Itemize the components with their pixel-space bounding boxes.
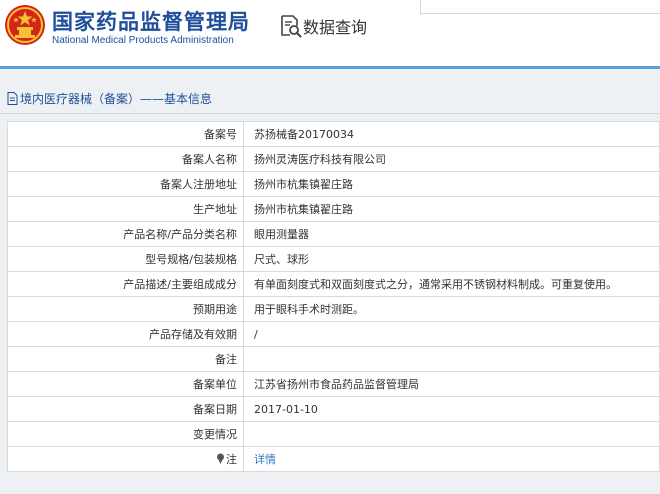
row-value: 扬州市杭集镇翟庄路 [243,196,660,222]
row-value: 尺式、球形 [243,246,660,272]
row-value: 苏扬械备20170034 [243,121,660,147]
table-row: 备案人注册地址 扬州市杭集镇翟庄路 [7,171,660,197]
row-label: 产品存储及有效期 [7,321,244,347]
table-row: 生产地址 扬州市杭集镇翟庄路 [7,196,660,222]
table-row: 备案日期 2017-01-10 [7,396,660,422]
row-value: 详情 [243,446,660,472]
breadcrumb-text: 境内医疗器械（备案）——基本信息 [20,91,213,106]
row-label: 产品描述/主要组成成分 [7,271,244,297]
row-label: 生产地址 [7,196,244,222]
row-value: 用于眼科手术时测距。 [243,296,660,322]
table-row: 备案人名称 扬州灵涛医疗科技有限公司 [7,146,660,172]
table-row: 备注 [7,346,660,372]
row-value: 江苏省扬州市食品药品监督管理局 [243,371,660,397]
table-row: 预期用途 用于眼科手术时测距。 [7,296,660,322]
row-label: 型号规格/包装规格 [7,246,244,272]
note-label-text: 注 [226,452,237,466]
agency-name-en: National Medical Products Administration [52,35,234,46]
row-value: 有单面刻度式和双面刻度式之分，通常采用不锈钢材料制成。可重复使用。 [243,271,660,297]
table-row: 产品存储及有效期 / [7,321,660,347]
table-row: 产品描述/主要组成成分 有单面刻度式和双面刻度式之分，通常采用不锈钢材料制成。可重… [7,271,660,297]
table-row: 变更情况 [7,421,660,447]
row-value: 扬州市杭集镇翟庄路 [243,171,660,197]
row-value: 2017-01-10 [243,396,660,422]
national-emblem-icon[interactable] [4,4,46,46]
row-value [243,346,660,372]
row-label: 备注 [7,346,244,372]
row-value: 眼用测量器 [243,221,660,247]
document-search-icon [281,15,302,38]
search-input[interactable] [420,0,660,14]
site-header: 国家药品监督管理局 National Medical Products Admi… [0,0,660,66]
pin-icon [217,453,224,465]
record-detail-table: 备案号 苏扬械备20170034 备案人名称 扬州灵涛医疗科技有限公司 备案人注册地址扬… [7,121,660,472]
table-row: 备案单位 江苏省扬州市食品药品监督管理局 [7,371,660,397]
row-label: 变更情况 [7,421,244,447]
row-label: 注 [7,446,244,472]
row-label: 备案单位 [7,371,244,397]
document-icon [7,91,18,105]
row-label: 备案人名称 [7,146,244,172]
row-value: 扬州灵涛医疗科技有限公司 [243,146,660,172]
breadcrumb-divider [0,113,660,114]
row-label: 预期用途 [7,296,244,322]
breadcrumb: 境内医疗器械（备案）——基本信息 [7,90,212,106]
table-row: 产品名称/产品分类名称 眼用测量器 [7,221,660,247]
row-label: 备案日期 [7,396,244,422]
row-value [243,421,660,447]
row-label: 备案号 [7,121,244,147]
agency-name-cn[interactable]: 国家药品监督管理局 [52,6,250,36]
row-label: 产品名称/产品分类名称 [7,221,244,247]
row-value: / [243,321,660,347]
table-row: 备案号 苏扬械备20170034 [7,121,660,147]
data-query-link[interactable]: 数据查询 [303,14,367,38]
row-label: 备案人注册地址 [7,171,244,197]
table-row: 注 详情 [7,446,660,472]
table-row: 型号规格/包装规格 尺式、球形 [7,246,660,272]
details-link[interactable]: 详情 [254,453,276,466]
